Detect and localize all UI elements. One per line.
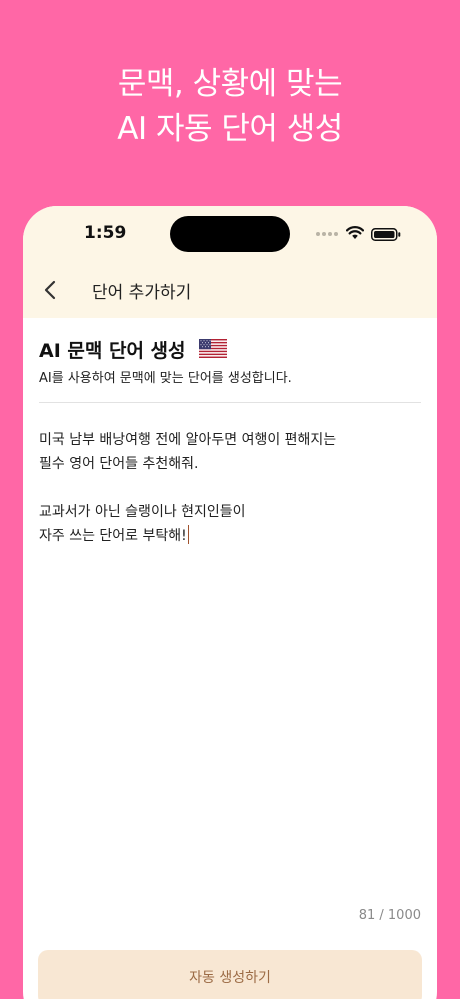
promo-line-1: 문맥, 상황에 맞는 — [117, 66, 343, 102]
phone-screen: 1:59 단어 추가하기 AI 문맥 단어 생성 AI를 사용하여 문맥에 맞는… — [23, 206, 437, 999]
chevron-left-icon[interactable] — [41, 278, 61, 302]
auto-generate-button[interactable]: 자동 생성하기 — [38, 950, 422, 999]
text-caret — [187, 525, 190, 544]
us-flag-icon — [199, 339, 227, 358]
wifi-icon — [346, 226, 364, 239]
dynamic-island — [170, 216, 290, 252]
signal-icon — [316, 232, 340, 238]
page-title: 단어 추가하기 — [92, 283, 192, 303]
status-time: 1:59 — [84, 223, 127, 243]
section-description: AI를 사용하여 문맥에 맞는 단어를 생성합니다. — [39, 371, 292, 386]
section-title: AI 문맥 단어 생성 — [39, 340, 186, 362]
prompt-textarea[interactable]: 미국 남부 배낭여행 전에 알아두면 여행이 편해지는 필수 영어 단어들 추천… — [39, 428, 419, 548]
promo-line-2: AI 자동 단어 생성 — [117, 111, 343, 147]
divider — [39, 402, 421, 403]
battery-icon — [371, 228, 401, 241]
promo-heading: 문맥, 상황에 맞는 AI 자동 단어 생성 — [0, 62, 460, 152]
character-counter: 81 / 1000 — [358, 908, 421, 923]
app-header: 1:59 단어 추가하기 — [23, 206, 437, 318]
